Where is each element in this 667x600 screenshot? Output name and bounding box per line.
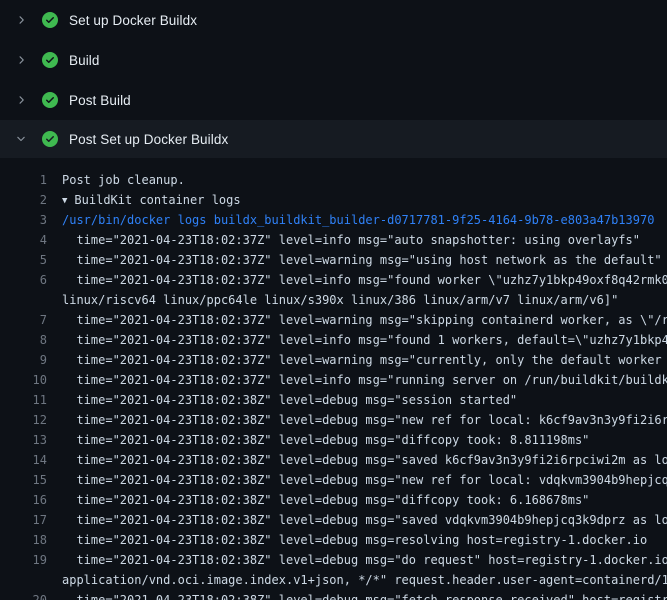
log-lines: 1 Post job cleanup. 2 ▼ BuildKit container l… bbox=[0, 158, 667, 600]
log-line-text: time="2021-04-23T18:02:37Z" level=warnin… bbox=[62, 310, 667, 330]
log-line-number[interactable]: 3 bbox=[0, 210, 47, 230]
chevron-right-icon bbox=[13, 12, 29, 28]
chevron-right-icon bbox=[13, 52, 29, 68]
triangle-down-icon: ▼ bbox=[62, 191, 67, 210]
log-line-number[interactable]: 18 bbox=[0, 530, 47, 550]
log-row: 19 time="2021-04-23T18:02:38Z" level=deb… bbox=[0, 550, 667, 570]
log-row: 15 time="2021-04-23T18:02:38Z" level=deb… bbox=[0, 470, 667, 490]
check-circle-icon bbox=[42, 92, 58, 108]
log-line-text: Post job cleanup. bbox=[62, 170, 185, 190]
chevron-right-icon bbox=[13, 92, 29, 108]
log-row: 20 time="2021-04-23T18:02:38Z" level=deb… bbox=[0, 590, 667, 600]
log-row: 4 time="2021-04-23T18:02:37Z" level=info… bbox=[0, 230, 667, 250]
chevron-down-icon bbox=[13, 131, 29, 147]
step-header-build[interactable]: Build bbox=[0, 40, 667, 80]
log-line-text: time="2021-04-23T18:02:38Z" level=debug … bbox=[62, 450, 667, 470]
log-row: 18 time="2021-04-23T18:02:38Z" level=deb… bbox=[0, 530, 667, 550]
log-line-number[interactable]: 9 bbox=[0, 350, 47, 370]
log-line-text: time="2021-04-23T18:02:37Z" level=info m… bbox=[62, 270, 667, 290]
log-line-number[interactable]: 16 bbox=[0, 490, 47, 510]
log-command-text: /usr/bin/docker logs buildx_buildkit_bui… bbox=[62, 210, 654, 230]
log-row: 5 time="2021-04-23T18:02:37Z" level=warn… bbox=[0, 250, 667, 270]
actions-log-viewer: Set up Docker Buildx Build Post Build Po… bbox=[0, 0, 667, 600]
log-line-text: time="2021-04-23T18:02:37Z" level=info m… bbox=[62, 230, 640, 250]
log-group-toggle[interactable]: ▼ BuildKit container logs bbox=[62, 190, 241, 210]
step-title: Build bbox=[69, 53, 100, 68]
log-line-text: time="2021-04-23T18:02:37Z" level=warnin… bbox=[62, 250, 662, 270]
log-row: 6 time="2021-04-23T18:02:37Z" level=info… bbox=[0, 270, 667, 290]
log-line-number[interactable]: 15 bbox=[0, 470, 47, 490]
log-line-number[interactable]: 4 bbox=[0, 230, 47, 250]
check-circle-icon bbox=[42, 52, 58, 68]
log-row: 13 time="2021-04-23T18:02:38Z" level=deb… bbox=[0, 430, 667, 450]
log-row: 11 time="2021-04-23T18:02:38Z" level=deb… bbox=[0, 390, 667, 410]
log-line-number bbox=[0, 290, 47, 310]
check-circle-icon bbox=[42, 12, 58, 28]
log-line-text: time="2021-04-23T18:02:37Z" level=warnin… bbox=[62, 350, 667, 370]
log-line-text: time="2021-04-23T18:02:38Z" level=debug … bbox=[62, 550, 667, 570]
log-line-text: time="2021-04-23T18:02:38Z" level=debug … bbox=[62, 470, 667, 490]
step-header-setup-docker-buildx[interactable]: Set up Docker Buildx bbox=[0, 0, 667, 40]
step-title: Post Set up Docker Buildx bbox=[69, 132, 228, 147]
log-row: 7 time="2021-04-23T18:02:37Z" level=warn… bbox=[0, 310, 667, 330]
log-line-number[interactable]: 10 bbox=[0, 370, 47, 390]
check-circle-icon bbox=[42, 131, 58, 147]
log-line-number[interactable]: 8 bbox=[0, 330, 47, 350]
log-line-text: time="2021-04-23T18:02:37Z" level=info m… bbox=[62, 370, 667, 390]
log-line-number[interactable]: 12 bbox=[0, 410, 47, 430]
log-line-number[interactable]: 14 bbox=[0, 450, 47, 470]
log-line-number[interactable]: 1 bbox=[0, 170, 47, 190]
log-line-text: linux/riscv64 linux/ppc64le linux/s390x … bbox=[62, 290, 618, 310]
log-line-number[interactable]: 19 bbox=[0, 550, 47, 570]
log-row: 3/usr/bin/docker logs buildx_buildkit_bu… bbox=[0, 210, 667, 230]
log-row: 1 Post job cleanup. bbox=[0, 170, 667, 190]
log-line-text: time="2021-04-23T18:02:38Z" level=debug … bbox=[62, 530, 647, 550]
log-line-number[interactable]: 20 bbox=[0, 590, 47, 600]
step-header-post-setup-docker-buildx[interactable]: Post Set up Docker Buildx bbox=[0, 120, 667, 158]
log-line-text: application/vnd.oci.image.index.v1+json,… bbox=[62, 570, 667, 590]
log-line-number[interactable]: 6 bbox=[0, 270, 47, 290]
log-row: 9 time="2021-04-23T18:02:37Z" level=warn… bbox=[0, 350, 667, 370]
log-line-text: time="2021-04-23T18:02:37Z" level=info m… bbox=[62, 330, 667, 350]
group-label: BuildKit container logs bbox=[74, 193, 240, 207]
log-row: 12 time="2021-04-23T18:02:38Z" level=deb… bbox=[0, 410, 667, 430]
log-line-text: time="2021-04-23T18:02:38Z" level=debug … bbox=[62, 510, 667, 530]
step-header-post-build[interactable]: Post Build bbox=[0, 80, 667, 120]
log-row: 8 time="2021-04-23T18:02:37Z" level=info… bbox=[0, 330, 667, 350]
step-title: Set up Docker Buildx bbox=[69, 13, 197, 28]
step-title: Post Build bbox=[69, 93, 131, 108]
log-line-number[interactable]: 5 bbox=[0, 250, 47, 270]
log-line-text: time="2021-04-23T18:02:38Z" level=debug … bbox=[62, 590, 667, 600]
log-line-text: time="2021-04-23T18:02:38Z" level=debug … bbox=[62, 430, 589, 450]
log-row: 17 time="2021-04-23T18:02:38Z" level=deb… bbox=[0, 510, 667, 530]
log-row: application/vnd.oci.image.index.v1+json,… bbox=[0, 570, 667, 590]
log-line-text: time="2021-04-23T18:02:38Z" level=debug … bbox=[62, 390, 517, 410]
log-line-number[interactable]: 17 bbox=[0, 510, 47, 530]
log-line-number[interactable]: 11 bbox=[0, 390, 47, 410]
log-line-number[interactable]: 7 bbox=[0, 310, 47, 330]
log-row: linux/riscv64 linux/ppc64le linux/s390x … bbox=[0, 290, 667, 310]
log-line-number[interactable]: 13 bbox=[0, 430, 47, 450]
log-line-number bbox=[0, 570, 47, 590]
log-line-text: time="2021-04-23T18:02:38Z" level=debug … bbox=[62, 410, 667, 430]
log-row: 2 ▼ BuildKit container logs bbox=[0, 190, 667, 210]
log-line-text: time="2021-04-23T18:02:38Z" level=debug … bbox=[62, 490, 589, 510]
log-row: 10 time="2021-04-23T18:02:37Z" level=inf… bbox=[0, 370, 667, 390]
log-row: 16 time="2021-04-23T18:02:38Z" level=deb… bbox=[0, 490, 667, 510]
log-line-number[interactable]: 2 bbox=[0, 190, 47, 210]
log-row: 14 time="2021-04-23T18:02:38Z" level=deb… bbox=[0, 450, 667, 470]
